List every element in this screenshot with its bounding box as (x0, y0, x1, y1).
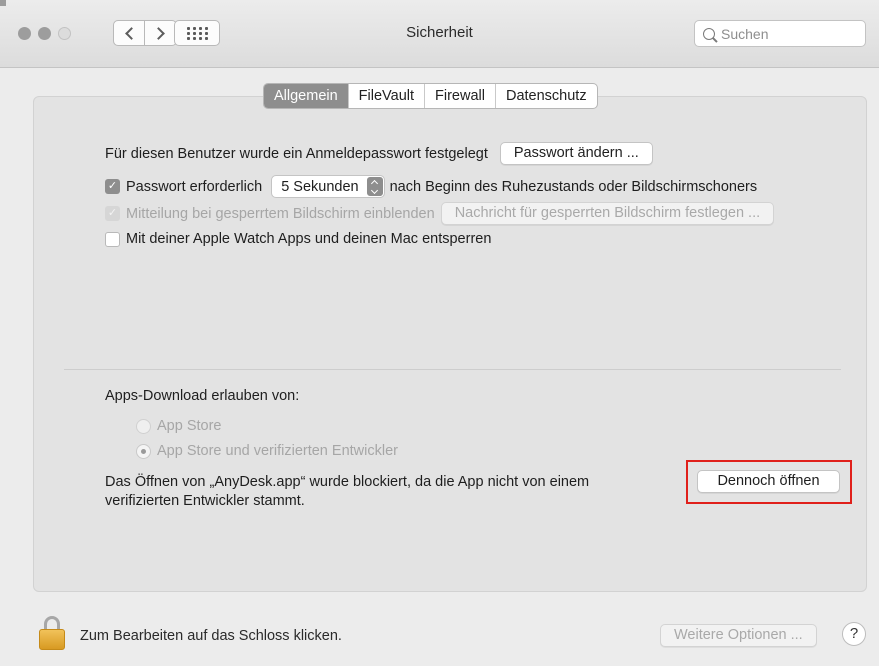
require-password-checkbox[interactable]: ✓ (105, 179, 120, 194)
tab-panel (33, 96, 867, 592)
section-divider (64, 369, 841, 370)
tab-filevault[interactable]: FileVault (347, 84, 424, 108)
lock-message-checkbox[interactable]: ✓ (105, 206, 120, 221)
tab-allgemein[interactable]: Allgemein (264, 84, 348, 108)
apple-watch-row: Mit deiner Apple Watch Apps und deinen M… (105, 231, 491, 247)
radio-app-store-label: App Store (157, 418, 222, 434)
lock-message-row: ✓ Mitteilung bei gesperrtem Bildschirm e… (105, 202, 775, 225)
lock-message-button[interactable]: Nachricht für gesperrten Bildschirm fest… (440, 202, 775, 225)
apple-watch-checkbox[interactable] (105, 231, 120, 247)
tab-firewall[interactable]: Firewall (424, 84, 495, 108)
lock-message-label: Mitteilung bei gesperrtem Bildschirm ein… (126, 205, 435, 222)
open-anyway-button[interactable]: Dennoch öffnen (697, 470, 840, 493)
tab-datenschutz[interactable]: Datenschutz (494, 84, 597, 108)
password-set-text: Für diesen Benutzer wurde ein Anmeldepas… (105, 145, 488, 162)
lock-hint: Zum Bearbeiten auf das Schloss klicken. (80, 628, 342, 644)
updown-arrows-icon (366, 177, 383, 196)
search-field[interactable] (694, 20, 866, 47)
apple-watch-label: Mit deiner Apple Watch Apps und deinen M… (126, 231, 492, 247)
radio-verified-label: App Store und verifizierten Entwickler (157, 443, 398, 459)
blocked-message: Das Öffnen von „AnyDesk.app“ wurde block… (105, 473, 665, 511)
radio-app-store-row: App Store (136, 418, 222, 434)
window-corner-mark (0, 0, 6, 6)
require-password-row: ✓ Passwort erforderlich 5 Sekunden nach … (105, 175, 757, 198)
delay-value: 5 Sekunden (281, 178, 359, 195)
radio-app-store[interactable] (136, 418, 151, 434)
blocked-message-line-1: Das Öffnen von „AnyDesk.app“ wurde block… (105, 474, 590, 490)
help-button[interactable]: ? (842, 622, 866, 646)
blocked-message-line-2: verifizierten Entwickler stammt. (105, 493, 305, 509)
title-bar: Sicherheit (0, 0, 879, 68)
lock-icon[interactable] (39, 616, 65, 650)
search-icon (703, 27, 715, 40)
password-set-row: Für diesen Benutzer wurde ein Anmeldepas… (105, 142, 653, 165)
downloads-heading-text: Apps-Download erlauben von: (105, 388, 300, 404)
more-options-button[interactable]: Weitere Optionen ... (660, 624, 817, 647)
search-input[interactable] (721, 25, 861, 42)
after-sleep-text: nach Beginn des Ruhezustands oder Bildsc… (389, 178, 758, 195)
radio-verified-row: App Store und verifizierten Entwickler (136, 443, 398, 459)
delay-popup[interactable]: 5 Sekunden (271, 175, 385, 198)
downloads-heading: Apps-Download erlauben von: (105, 388, 299, 404)
change-password-button[interactable]: Passwort ändern ... (499, 142, 653, 165)
radio-app-store-verified[interactable] (136, 443, 151, 459)
tab-bar: Allgemein FileVault Firewall Datenschutz (263, 83, 598, 109)
require-password-label: Passwort erforderlich (126, 178, 263, 195)
